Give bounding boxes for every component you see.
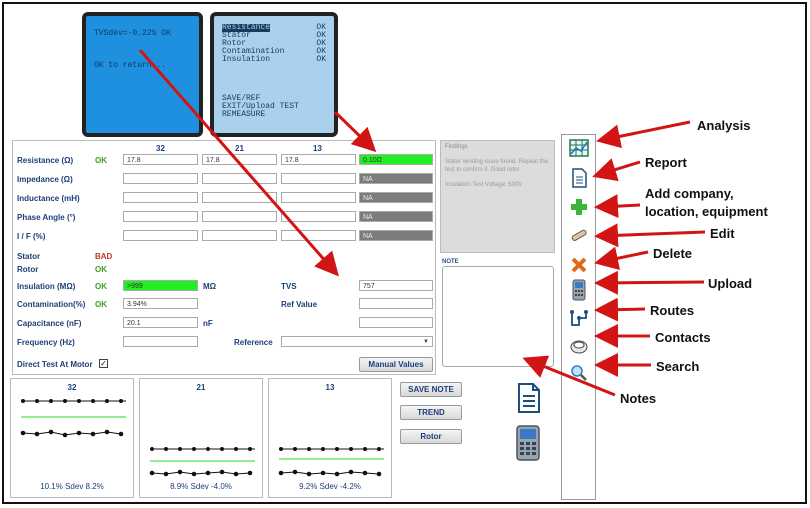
annotation-arrows xyxy=(138,49,706,397)
